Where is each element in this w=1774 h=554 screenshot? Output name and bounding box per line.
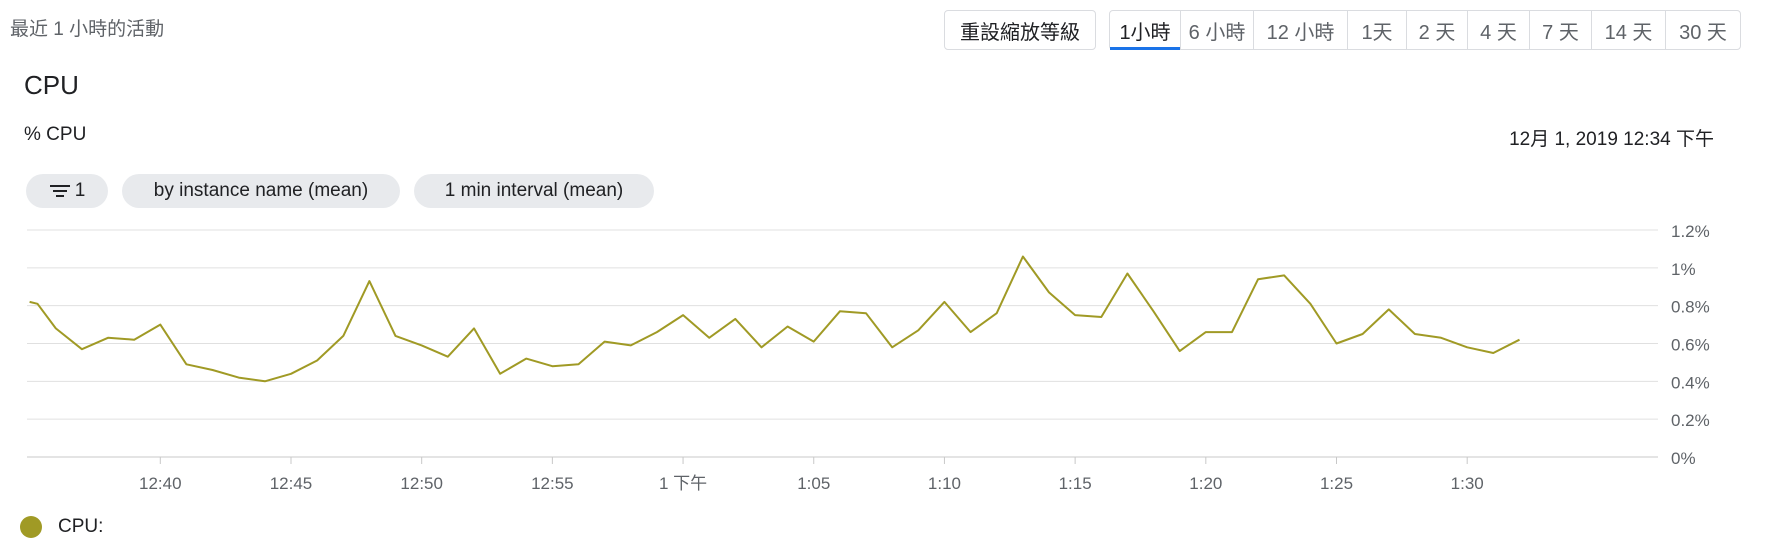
y-tick-label: 0.4% (1671, 373, 1710, 392)
chart-legend: CPU: (20, 516, 103, 538)
y-tick-label: 1% (1671, 260, 1696, 279)
range-6-hours-button[interactable]: 6 小時 (1181, 11, 1254, 49)
y-tick-label: 1.2% (1671, 222, 1710, 241)
legend-label: CPU: (58, 516, 104, 537)
range-14-days-button[interactable]: 14 天 (1592, 11, 1666, 49)
x-tick-label: 12:45 (270, 474, 313, 493)
x-tick-label: 1:15 (1059, 474, 1092, 493)
metric-label: % CPU (24, 124, 87, 145)
activity-header: 最近 1 小時的活動 (10, 19, 165, 40)
y-tick-label: 0.6% (1671, 336, 1710, 355)
range-1-hour-button[interactable]: 1小時 (1110, 11, 1181, 50)
x-tick-label: 12:40 (139, 474, 182, 493)
x-tick-label: 1:25 (1320, 474, 1353, 493)
range-4-days-button[interactable]: 4 天 (1468, 11, 1530, 49)
chart-title: CPU (24, 70, 79, 100)
range-12-hours-button[interactable]: 12 小時 (1254, 11, 1348, 49)
cpu-series-line (29, 255, 1520, 383)
group-by-chip[interactable]: by instance name (mean) (122, 174, 400, 208)
y-tick-label: 0.2% (1671, 411, 1710, 430)
chart-timestamp: 12月 1, 2019 12:34 下午 (1509, 129, 1714, 150)
range-7-days-button[interactable]: 7 天 (1530, 11, 1592, 49)
y-tick-label: 0% (1671, 449, 1696, 468)
cpu-line-chart[interactable]: 0% 0.2% 0.4% 0.6% 0.8% 1% 1.2% 12:40 12:45 12:50 1… (0, 210, 1774, 510)
reset-zoom-button[interactable]: 重設縮放等級 (944, 10, 1096, 50)
interval-chip[interactable]: 1 min interval (mean) (414, 174, 654, 208)
range-1-day-button[interactable]: 1天 (1348, 11, 1407, 49)
x-tick-label: 1:05 (797, 474, 830, 493)
x-tick-label: 1 下午 (659, 474, 707, 493)
x-tick-label: 12:55 (531, 474, 574, 493)
filter-icon (49, 185, 71, 197)
filter-count: 1 (74, 180, 86, 201)
filter-chip[interactable]: 1 (26, 174, 108, 208)
x-tick-label: 12:50 (400, 474, 443, 493)
range-2-days-button[interactable]: 2 天 (1407, 11, 1468, 49)
x-tick-label: 1:20 (1189, 474, 1222, 493)
y-tick-label: 0.8% (1671, 298, 1710, 317)
time-range-selector: 1小時 6 小時 12 小時 1天 2 天 4 天 7 天 14 天 30 天 (1109, 10, 1741, 50)
x-tick-label: 1:10 (928, 474, 961, 493)
legend-dot-icon (20, 516, 42, 538)
x-tick-label: 1:30 (1451, 474, 1484, 493)
range-30-days-button[interactable]: 30 天 (1666, 11, 1740, 49)
